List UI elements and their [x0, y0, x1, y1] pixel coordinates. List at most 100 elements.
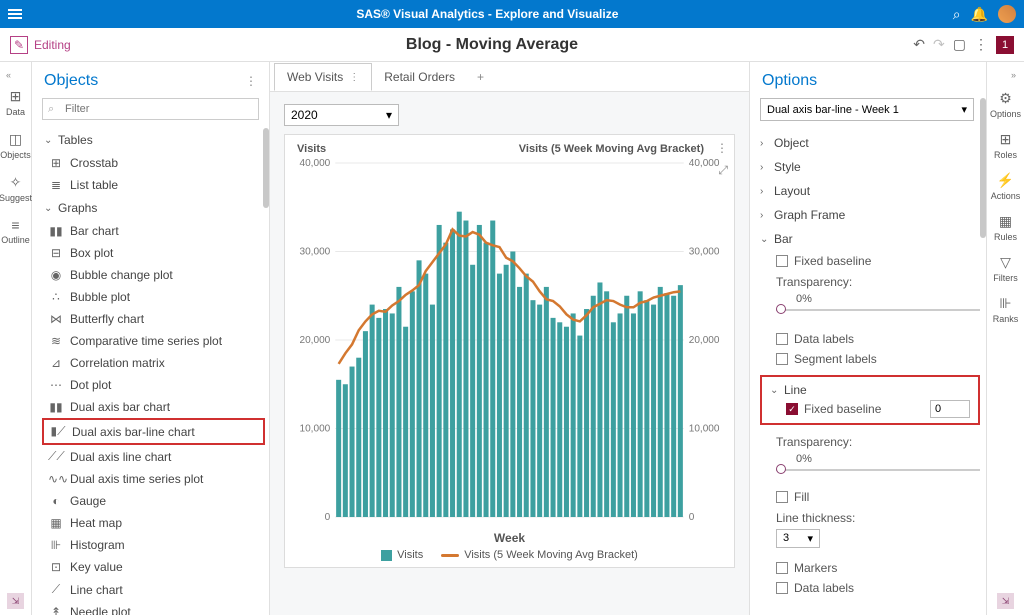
- tab[interactable]: Retail Orders: [372, 64, 467, 90]
- app-title: SAS® Visual Analytics - Explore and Visu…: [22, 7, 953, 21]
- rail-objects[interactable]: ◫Objects: [0, 125, 31, 166]
- svg-text:0: 0: [689, 512, 695, 523]
- object-item[interactable]: ⊿Correlation matrix: [42, 352, 265, 374]
- object-item[interactable]: ⊟Box plot: [42, 242, 265, 264]
- tab-menu-icon[interactable]: ⋮: [349, 72, 359, 83]
- objects-header: Objects ⋮: [32, 62, 269, 98]
- sub-bar-actions: ↶ ↷ ▢ ⋮ 1: [913, 36, 1014, 54]
- object-item[interactable]: ≣List table: [42, 174, 265, 196]
- right-rail-item[interactable]: ▽Filters: [990, 248, 1021, 289]
- collapse-right-icon[interactable]: »: [987, 70, 1024, 80]
- search-icon[interactable]: ⌕: [953, 6, 961, 23]
- bell-icon[interactable]: 🔔: [971, 6, 988, 23]
- object-item[interactable]: ▦Heat map: [42, 512, 265, 534]
- options-header: Options: [750, 62, 986, 98]
- checkbox[interactable]: [776, 333, 788, 345]
- object-item[interactable]: ∴Bubble plot: [42, 286, 265, 308]
- line-fill[interactable]: Fill: [776, 487, 980, 507]
- add-tab-icon[interactable]: +: [467, 64, 494, 90]
- checkbox[interactable]: [776, 255, 788, 267]
- section-graph-frame[interactable]: ›Graph Frame: [760, 203, 980, 227]
- object-item[interactable]: ≋Comparative time series plot: [42, 330, 265, 352]
- object-item[interactable]: ⋯Dot plot: [42, 374, 265, 396]
- chart-type-icon: ⋈: [48, 312, 64, 326]
- object-item[interactable]: ◐Gauge: [42, 490, 265, 512]
- object-item[interactable]: ◉Bubble change plot: [42, 264, 265, 286]
- right-rail-item[interactable]: ⊞Roles: [990, 125, 1021, 166]
- line-transparency-slider[interactable]: [776, 467, 980, 479]
- redo-icon[interactable]: ↷: [933, 36, 945, 53]
- scrollbar-thumb[interactable]: [263, 128, 269, 208]
- line-thickness-select[interactable]: 3▾: [776, 529, 820, 548]
- chart-type-icon: ⟋⟋: [48, 449, 64, 464]
- page-count[interactable]: 1: [996, 36, 1014, 54]
- chart-menu-icon[interactable]: ⋮: [716, 141, 728, 155]
- line-data-labels[interactable]: Data labels: [776, 578, 980, 598]
- rail-data[interactable]: ⊞Data: [0, 82, 31, 123]
- object-item[interactable]: ⊪Histogram: [42, 534, 265, 556]
- menu-icon[interactable]: [8, 9, 22, 19]
- chevron-down-icon: ▾: [961, 103, 967, 116]
- checkbox[interactable]: [776, 353, 788, 365]
- baseline-value-input[interactable]: [930, 400, 970, 418]
- bar-fixed-baseline[interactable]: Fixed baseline: [776, 251, 980, 271]
- line-markers[interactable]: Markers: [776, 558, 980, 578]
- object-item[interactable]: ⟋⟋Dual axis line chart: [42, 445, 265, 468]
- object-item[interactable]: ⊞Crosstab: [42, 152, 265, 174]
- svg-text:30,000: 30,000: [300, 247, 331, 258]
- legend: Visits Visits (5 Week Moving Avg Bracket…: [293, 547, 726, 563]
- object-item[interactable]: ▮▮Dual axis bar chart: [42, 396, 265, 418]
- section-line[interactable]: ⌄Line: [770, 381, 970, 399]
- scrollbar-thumb[interactable]: [980, 98, 986, 238]
- object-select[interactable]: Dual axis bar-line - Week 1 ▾: [760, 98, 974, 121]
- right-rail-item[interactable]: ⚡Actions: [990, 166, 1021, 207]
- right-rail-item[interactable]: ⚙Options: [990, 84, 1021, 125]
- section-layout[interactable]: ›Layout: [760, 179, 980, 203]
- year-dropdown[interactable]: 2020 ▾: [284, 104, 399, 126]
- rail-outline[interactable]: ≡Outline: [0, 211, 31, 251]
- bar-transparency-slider[interactable]: [776, 307, 980, 319]
- section-style[interactable]: ›Style: [760, 155, 980, 179]
- checkbox[interactable]: [776, 562, 788, 574]
- pin-icon[interactable]: ⇲: [997, 593, 1015, 609]
- checkbox[interactable]: [776, 582, 788, 594]
- undo-icon[interactable]: ↶: [913, 36, 925, 53]
- rail-suggest[interactable]: ✧Suggest: [0, 168, 31, 209]
- line-fixed-baseline[interactable]: Fixed baseline: [786, 399, 881, 419]
- save-icon[interactable]: ▢: [953, 36, 966, 53]
- right-rail-item[interactable]: ▦Rules: [990, 207, 1021, 248]
- checkbox[interactable]: [776, 491, 788, 503]
- section-header[interactable]: ⌄Tables: [42, 128, 265, 152]
- legend-bar-swatch: [381, 550, 392, 561]
- checkbox-checked[interactable]: [786, 403, 798, 415]
- filter-input[interactable]: [42, 98, 259, 120]
- right-rail-item[interactable]: ⊪Ranks: [990, 289, 1021, 330]
- panel-more-icon[interactable]: ⋮: [245, 74, 257, 88]
- chart-type-icon: ↟: [48, 605, 64, 615]
- section-object[interactable]: ›Object: [760, 131, 980, 155]
- chart-type-icon: ▮▮: [48, 400, 64, 414]
- pin-icon[interactable]: ⇲: [7, 593, 25, 609]
- bar-data-labels[interactable]: Data labels: [776, 329, 980, 349]
- bar-segment-labels[interactable]: Segment labels: [776, 349, 980, 369]
- object-item[interactable]: ▮⟋Dual axis bar-line chart: [42, 418, 265, 445]
- editing-badge[interactable]: ✎ Editing: [10, 36, 71, 54]
- objects-list[interactable]: ⌄Tables⊞Crosstab≣List table⌄Graphs▮▮Bar …: [32, 128, 269, 615]
- center-panel: Web Visits⋮Retail Orders+ 2020 ▾ ⋮ ⤢ Vis…: [270, 62, 749, 615]
- chart-card[interactable]: ⋮ ⤢ Visits Visits (5 Week Moving Avg Bra…: [284, 134, 735, 568]
- object-item[interactable]: ⟋Line chart: [42, 578, 265, 601]
- chart-type-icon: ⊞: [48, 156, 64, 170]
- more-icon[interactable]: ⋮: [974, 36, 988, 53]
- options-scroll[interactable]: Dual axis bar-line - Week 1 ▾ ›Object ›S…: [750, 98, 986, 615]
- object-item[interactable]: ⋈Butterfly chart: [42, 308, 265, 330]
- avatar[interactable]: [998, 5, 1016, 23]
- object-item[interactable]: ↟Needle plot: [42, 601, 265, 615]
- object-item[interactable]: ▮▮Bar chart: [42, 220, 265, 242]
- section-header[interactable]: ⌄Graphs: [42, 196, 265, 220]
- canvas: 2020 ▾ ⋮ ⤢ Visits Visits (5 Week Moving …: [270, 92, 749, 615]
- tab[interactable]: Web Visits⋮: [274, 63, 372, 91]
- section-bar[interactable]: ⌄Bar: [760, 227, 980, 251]
- object-item[interactable]: ∿∿Dual axis time series plot: [42, 468, 265, 490]
- object-item[interactable]: ⊡Key value: [42, 556, 265, 578]
- collapse-left-icon[interactable]: «: [0, 70, 31, 80]
